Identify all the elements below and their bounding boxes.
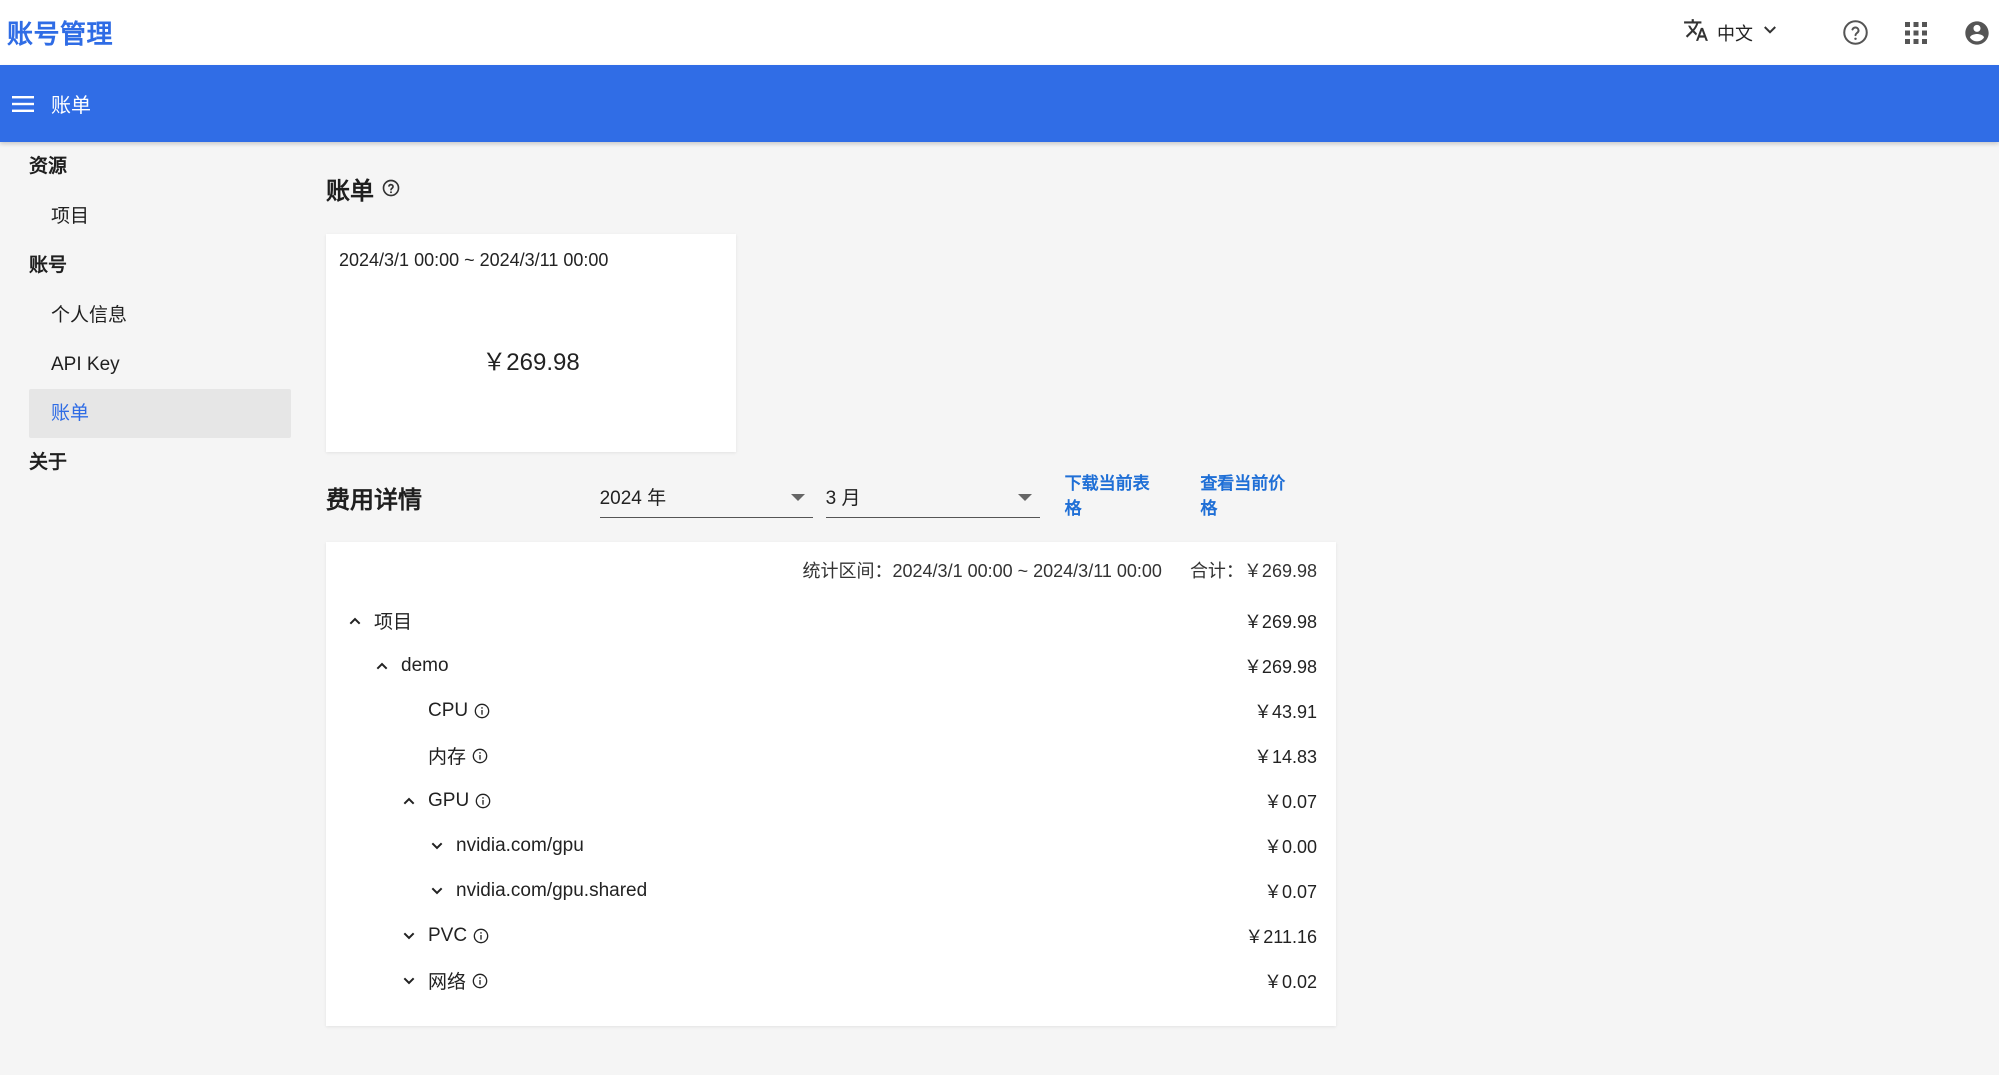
info-icon[interactable] (472, 973, 488, 989)
view-price-button[interactable]: 查看当前价格 (1200, 469, 1300, 519)
tree-row-amount: ￥269.98 (1243, 656, 1317, 677)
chevron-up-icon[interactable] (345, 611, 365, 631)
tree-row-label: 项目 (374, 612, 413, 633)
sidebar-group-account: 账号 (29, 255, 68, 276)
tree-row: nvidia.com/gpu.shared ￥0.07 (345, 868, 1317, 913)
bill-total: ￥269.98 (482, 349, 580, 376)
info-icon[interactable] (472, 748, 488, 764)
info-icon[interactable] (474, 703, 490, 719)
bill-summary-card: 2024/3/1 00:00 ~ 2024/3/11 00:00 ￥269.98 (326, 234, 736, 452)
page-header-bar: 账单 (0, 65, 1999, 142)
sidebar: 资源 项目 账号 个人信息 API Key 账单 关于 (29, 142, 291, 488)
sidebar-group-resources: 资源 (29, 156, 68, 177)
year-select[interactable]: 2024 年 (599, 476, 813, 518)
chevron-down-icon[interactable] (427, 881, 447, 901)
month-select[interactable]: 3 月 (825, 476, 1040, 518)
apps-grid-icon[interactable] (1901, 18, 1931, 48)
tree-row-label: 内存 (428, 747, 467, 768)
tree-row-amount: ￥0.07 (1263, 881, 1317, 902)
sidebar-item-billing[interactable]: 账单 (29, 389, 291, 438)
dropdown-caret-icon (790, 494, 805, 501)
top-actions: 中文 (1683, 0, 1992, 65)
tree-row-label: 网络 (428, 972, 467, 993)
download-table-button[interactable]: 下载当前表格 (1065, 469, 1165, 519)
tree-row-label: GPU (428, 789, 470, 811)
translate-icon (1683, 17, 1709, 48)
info-icon[interactable] (475, 793, 491, 809)
chevron-down-icon[interactable] (399, 926, 419, 946)
bill-range: 2024/3/1 00:00 ~ 2024/3/11 00:00 (339, 250, 609, 270)
info-icon[interactable] (473, 928, 489, 944)
stats-total: 合计：￥269.98 (1189, 561, 1317, 581)
tree-row-amount: ￥211.16 (1245, 926, 1317, 947)
tree-row-amount: ￥14.83 (1253, 746, 1317, 767)
main-content: 账单 2024/3/1 00:00 ~ 2024/3/11 00:00 ￥269… (326, 142, 1336, 1026)
tree-row-amount: ￥43.91 (1253, 701, 1317, 722)
tree-row-label: nvidia.com/gpu (456, 834, 584, 856)
chevron-down-icon (1761, 21, 1779, 44)
sidebar-item-profile[interactable]: 个人信息 (29, 291, 291, 340)
sidebar-item-about[interactable]: 关于 (29, 438, 291, 488)
tree-row-label: CPU (428, 699, 469, 721)
menu-icon[interactable] (10, 91, 36, 117)
tree-row: demo ￥269.98 (345, 643, 1317, 688)
chevron-up-icon[interactable] (372, 656, 392, 676)
app-title[interactable]: 账号管理 (7, 14, 113, 51)
details-title: 费用详情 (326, 486, 422, 514)
help-icon[interactable] (1840, 18, 1870, 48)
tree-row: GPU ￥0.07 (345, 778, 1317, 823)
tree-row: 网络 ￥0.02 (345, 958, 1317, 1003)
details-header: 费用详情 2024 年 3 月 下载当前表格 查看当前价格 (326, 452, 1336, 542)
tree-row: 内存 ￥14.83 (345, 733, 1317, 778)
tree-row-label: PVC (428, 924, 468, 946)
tree-row: nvidia.com/gpu ￥0.00 (345, 823, 1317, 868)
tree-row: PVC ￥211.16 (345, 913, 1317, 958)
year-select-value: 2024 年 (599, 488, 667, 509)
tree-row-amount: ￥0.07 (1263, 791, 1317, 812)
stats-line: 统计区间：2024/3/1 00:00 ~ 2024/3/11 00:00 合计… (345, 542, 1317, 598)
sidebar-item-projects[interactable]: 项目 (29, 192, 291, 241)
tree-row: 项目 ￥269.98 (345, 598, 1317, 643)
tree-row-amount: ￥0.00 (1263, 836, 1317, 857)
language-selector[interactable]: 中文 (1683, 17, 1779, 48)
tree-row: CPU ￥43.91 (345, 688, 1317, 733)
tree-row-amount: ￥269.98 (1243, 611, 1317, 632)
dropdown-caret-icon (1017, 494, 1032, 501)
sidebar-item-api-key[interactable]: API Key (29, 340, 291, 389)
chevron-down-icon[interactable] (399, 971, 419, 991)
stats-range: 统计区间：2024/3/1 00:00 ~ 2024/3/11 00:00 (802, 561, 1162, 581)
language-label: 中文 (1717, 23, 1753, 44)
account-circle-icon[interactable] (1962, 18, 1992, 48)
tree-row-amount: ￥0.02 (1263, 971, 1317, 992)
top-bar: 账号管理 中文 (0, 0, 1999, 65)
chevron-down-icon[interactable] (427, 836, 447, 856)
month-select-value: 3 月 (825, 488, 861, 509)
bill-section-title: 账单 (326, 142, 1336, 234)
help-circle-icon[interactable] (382, 179, 400, 197)
details-card: 统计区间：2024/3/1 00:00 ~ 2024/3/11 00:00 合计… (326, 542, 1336, 1026)
tree-row-label: demo (401, 654, 449, 676)
chevron-up-icon[interactable] (399, 791, 419, 811)
header-title: 账单 (51, 95, 91, 117)
tree-row-label: nvidia.com/gpu.shared (456, 879, 648, 901)
bill-title: 账单 (326, 177, 374, 205)
